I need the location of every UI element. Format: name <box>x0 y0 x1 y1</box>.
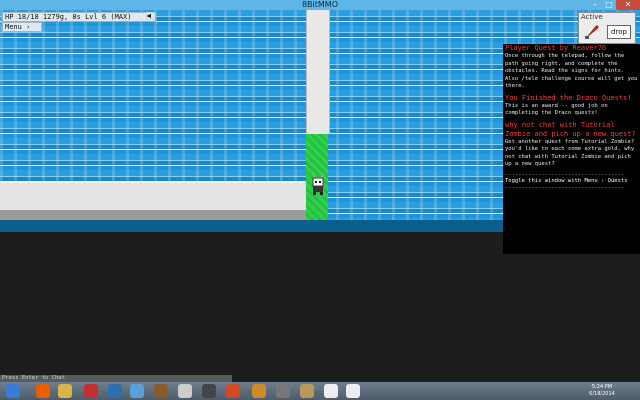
game-icon[interactable] <box>84 384 98 398</box>
quest-panel-footer <box>503 234 640 254</box>
stone-path-horizontal <box>0 182 306 211</box>
active-item-panel: Active drop <box>578 12 636 44</box>
app-icon-8[interactable] <box>276 384 290 398</box>
chat-placeholder: Press Enter to Chat <box>2 375 65 381</box>
status-bar: HP 18/18 1279g, 8s Lvl 6 (MAX) <box>2 12 156 22</box>
drop-button[interactable]: drop <box>607 25 631 39</box>
minimize-button[interactable]: – <box>588 0 602 10</box>
app-icon-9[interactable] <box>300 384 314 398</box>
app-icon-5[interactable] <box>202 384 216 398</box>
quest-title-3: why not chat with Tutorial Zombie and pi… <box>505 120 636 138</box>
close-icon: ✕ <box>624 0 632 9</box>
stone-path-vertical <box>306 10 330 134</box>
quest-body-1: Once through the telepad, follow the pat… <box>505 53 638 89</box>
status-text: HP 18/18 1279g, 8s Lvl 6 (MAX) <box>5 13 132 21</box>
taskbar-clock[interactable]: 5:24 PM 6/18/2014 <box>582 384 622 398</box>
menu-label: Menu › <box>5 23 31 31</box>
app-icon-10[interactable] <box>324 384 338 398</box>
clock-time: 5:24 PM <box>591 384 613 390</box>
quest-panel: Player Quest by Reaver76 Once through th… <box>503 44 640 234</box>
files-icon[interactable] <box>58 384 72 398</box>
player-character[interactable] <box>308 170 328 196</box>
quest-title-1: Player Quest by Reaver76 <box>505 44 607 52</box>
maximize-button[interactable]: □ <box>602 0 616 10</box>
app-icon-11[interactable] <box>346 384 360 398</box>
quest-body-3: Get another quest from Tutorial Zombie? … <box>505 138 635 168</box>
minimize-icon: – <box>593 0 597 9</box>
active-label: Active <box>581 13 603 21</box>
menu-button[interactable]: Menu › <box>2 22 42 32</box>
close-button[interactable]: ✕ <box>616 0 640 10</box>
app-icon-1[interactable] <box>108 384 122 398</box>
clock-date: 6/18/2014 <box>589 391 615 397</box>
taskbar: 5:24 PM 6/18/2014 <box>0 382 640 400</box>
red-sword-icon[interactable] <box>583 23 601 41</box>
quest-toggle-hint: Toggle this window with Menu › Quests <box>505 177 628 184</box>
app-icon-2[interactable] <box>130 384 144 398</box>
quest-divider-bottom: ------------------------------------ <box>505 184 625 191</box>
window-title-bar: 8BitMMO <box>0 0 640 10</box>
app-icon-4[interactable] <box>178 384 192 398</box>
firefox-icon[interactable] <box>36 384 50 398</box>
speaker-icon[interactable] <box>146 12 154 20</box>
chat-input[interactable]: Press Enter to Chat <box>0 375 232 382</box>
maximize-icon: □ <box>605 0 613 9</box>
app-icon-6[interactable] <box>226 384 240 398</box>
start-icon[interactable] <box>6 384 20 398</box>
app-icon-7[interactable] <box>252 384 266 398</box>
quest-title-2: You Finished the Draco Quests! <box>505 93 632 102</box>
app-icon-3[interactable] <box>154 384 168 398</box>
stone-path-edge <box>0 210 306 220</box>
quest-divider: ------------------------------------ <box>505 171 625 178</box>
window-title: 8BitMMO <box>301 0 339 9</box>
drop-label: drop <box>611 28 627 36</box>
quest-body-2: This is an award -- good job on completi… <box>505 102 608 117</box>
